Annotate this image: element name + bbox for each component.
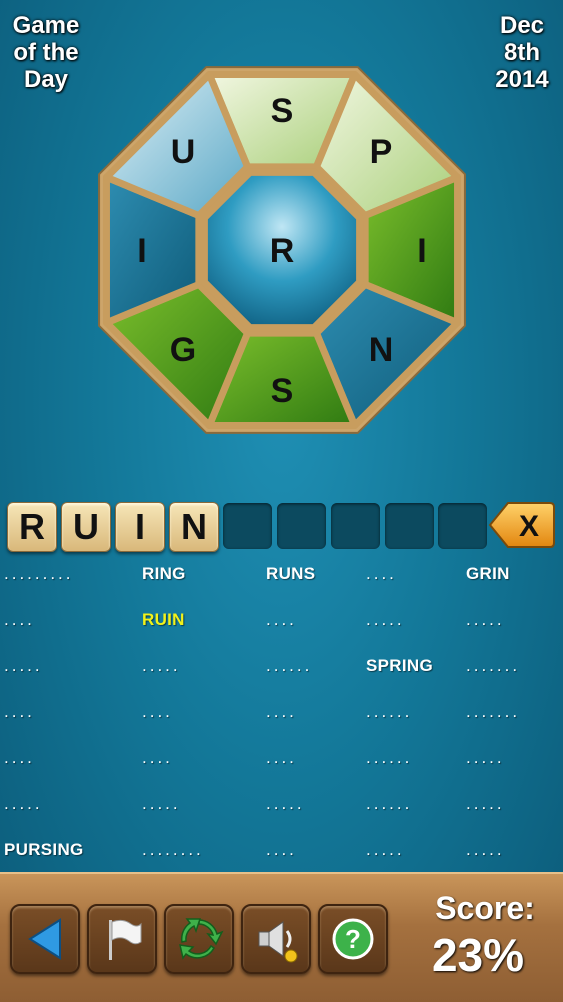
hidden-word: ..... (142, 656, 181, 675)
found-word: RUIN (142, 610, 185, 629)
wheel-letter[interactable]: P (370, 133, 393, 171)
hidden-word: .... (266, 840, 297, 859)
hidden-word: ..... (466, 794, 505, 813)
back-icon (28, 918, 61, 960)
hidden-word: .... (4, 702, 35, 721)
hidden-word: ..... (266, 794, 305, 813)
hidden-word: .... (142, 702, 173, 721)
puzzle-date: Dec 8th 2014 (487, 12, 557, 93)
found-word: SPRING (366, 656, 433, 675)
word-tile[interactable]: R (7, 502, 57, 552)
hidden-word: ..... (366, 610, 405, 629)
date-year: 2014 (495, 66, 549, 93)
word-tile[interactable]: N (169, 502, 219, 552)
date-month: Dec (499, 12, 545, 39)
title-line: of the (13, 39, 79, 66)
svg-text:?: ? (345, 924, 361, 954)
wheel-letter[interactable]: G (170, 331, 196, 369)
shuffle-button[interactable] (164, 904, 234, 974)
give-up-button[interactable] (87, 904, 157, 974)
letter-wheel: S P I N S G I U R (98, 66, 466, 434)
wheel-letter[interactable]: U (171, 133, 196, 171)
title-line: Day (23, 66, 69, 93)
hidden-word: ..... (4, 794, 43, 813)
wheel-center-letter[interactable]: R (270, 232, 295, 270)
hidden-word: .... (4, 610, 35, 629)
hidden-word: ...... (366, 702, 413, 721)
score-value: 23% (431, 929, 525, 981)
hidden-word: ..... (4, 656, 43, 675)
wheel-letter[interactable]: S (271, 92, 294, 130)
hidden-word: .... (266, 702, 297, 721)
empty-slot (223, 503, 272, 549)
date-day: 8th (504, 39, 540, 66)
hidden-word: .... (4, 748, 35, 767)
hidden-word: ....... (466, 656, 521, 675)
hidden-word: .... (266, 610, 297, 629)
hidden-word: ......... (4, 564, 74, 583)
hidden-word: .... (142, 748, 173, 767)
hidden-word: ....... (466, 702, 521, 721)
found-word: RUNS (266, 564, 316, 583)
sound-button[interactable] (241, 904, 311, 974)
empty-slot (385, 503, 434, 549)
word-tile[interactable]: U (61, 502, 111, 552)
empty-slot (438, 503, 487, 549)
hidden-word: ..... (466, 610, 505, 629)
wheel-letter[interactable]: I (137, 232, 146, 270)
word-tile[interactable]: I (115, 502, 165, 552)
sound-icon (258, 921, 298, 963)
wheel-letter[interactable]: I (417, 232, 426, 270)
shuffle-icon (179, 918, 224, 960)
help-icon: ? (332, 918, 374, 960)
hidden-word: .... (366, 564, 397, 583)
game-of-the-day-title: Game of the Day (4, 12, 88, 93)
found-word: RING (142, 564, 186, 583)
found-word: GRIN (466, 564, 510, 583)
flag-icon (109, 919, 142, 960)
word-list: ......... RING RUNS.... GRIN.... RUIN.......… (0, 564, 563, 864)
current-word-bar: R U I N X (0, 498, 563, 556)
hidden-word: ........ (142, 840, 204, 859)
clear-word-button[interactable]: X (488, 500, 556, 550)
empty-slot (331, 503, 380, 549)
empty-slot (277, 503, 326, 549)
hidden-word: ...... (366, 794, 413, 813)
hidden-word: ..... (142, 794, 181, 813)
hidden-word: ..... (466, 748, 505, 767)
hidden-word: ...... (366, 748, 413, 767)
wheel-letter[interactable]: N (369, 331, 394, 369)
back-button[interactable] (10, 904, 80, 974)
wheel-letter[interactable]: S (271, 372, 294, 410)
hidden-word: .... (266, 748, 297, 767)
found-word: PURSING (4, 840, 84, 859)
hidden-word: ..... (366, 840, 405, 859)
hidden-word: ..... (466, 840, 505, 859)
clear-icon: X (519, 510, 539, 543)
hidden-word: ...... (266, 656, 313, 675)
help-button[interactable]: ? (318, 904, 388, 974)
score-label: Score: (435, 890, 535, 926)
title-line: Game (12, 12, 80, 39)
